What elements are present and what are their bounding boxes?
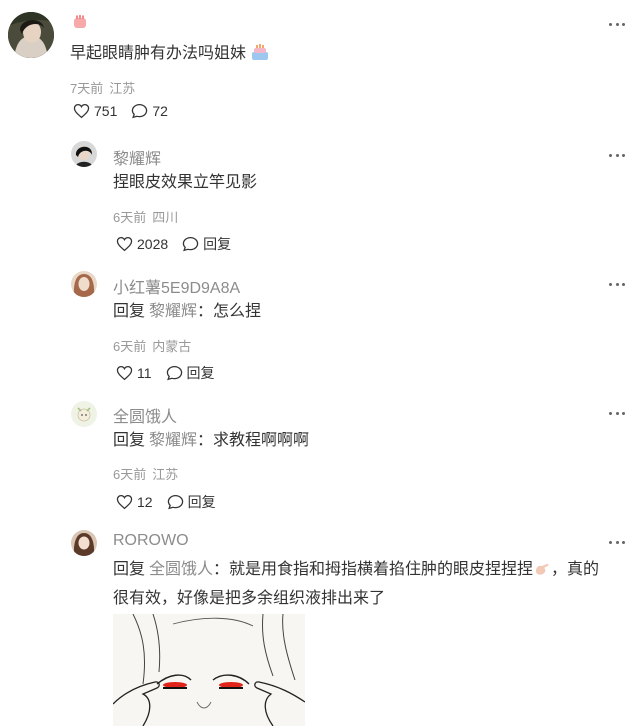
reply-meta: 6天前 四川 [113, 210, 179, 225]
reply-actions: 12 回复 [116, 492, 216, 512]
reply-author-name[interactable]: 全圆饿人 [113, 403, 177, 427]
comment-icon [132, 103, 148, 119]
heart-icon [116, 365, 133, 381]
cake-emoji-icon [250, 43, 270, 70]
comment-icon [182, 236, 199, 252]
mention-link[interactable]: 黎耀辉 [149, 303, 197, 320]
reply-more-icon[interactable] [607, 406, 627, 420]
like-button[interactable]: 751 [73, 103, 117, 119]
like-button[interactable]: 11 [116, 365, 152, 381]
comment-button[interactable]: 72 [131, 103, 168, 119]
reply-text: 捏眼皮效果立竿见影 [113, 174, 258, 191]
comment-icon [167, 494, 183, 510]
reply-author-name[interactable]: 小红薯5E9D9A8A [113, 274, 240, 298]
avatar-photo [71, 271, 97, 297]
like-button[interactable]: 12 [116, 494, 153, 510]
reply-button[interactable]: 回复 [167, 492, 216, 512]
heart-icon [116, 494, 133, 510]
pinch-hand-emoji-icon [533, 560, 551, 586]
reply-author-name[interactable]: 黎耀辉 [113, 145, 161, 169]
avatar-photo [71, 401, 97, 427]
eyelid-pinch-drawing [113, 614, 305, 726]
reply-more-icon[interactable] [607, 277, 627, 291]
reply-author-name[interactable]: ROROWO [113, 532, 189, 550]
main-author-avatar[interactable] [8, 12, 54, 58]
reply-image-eyelid-illustration[interactable] [113, 614, 305, 726]
reply-text: 回复 黎耀辉：求教程啊啊啊 [113, 432, 310, 449]
mention-link[interactable]: 全圆饿人 [149, 561, 213, 578]
main-comment-text: 早起眼睛肿有办法吗姐妹 [70, 41, 270, 70]
comment-icon [166, 365, 182, 381]
avatar-photo [71, 141, 97, 167]
reply-text: 回复 黎耀辉：怎么捏 [113, 303, 262, 320]
like-button[interactable]: 2028 [116, 236, 168, 252]
avatar-photo [8, 12, 54, 58]
reply-button[interactable]: 回复 [166, 363, 215, 383]
main-comment-actions: 751 72 [73, 103, 168, 119]
reply-meta: 6天前 江苏 [113, 467, 179, 482]
mention-link[interactable]: 黎耀辉 [149, 432, 197, 449]
reply-author-avatar[interactable] [71, 141, 97, 167]
reply-text: 回复 全圆饿人：就是用食指和拇指横着掐住肿的眼皮捏捏捏 ，真的 很有效，好像是把多余组… [113, 560, 600, 607]
reply-author-avatar[interactable] [71, 271, 97, 297]
reply-author-avatar[interactable] [71, 401, 97, 427]
reply-actions: 11 回复 [116, 363, 215, 383]
reply-actions: 2028 回复 [116, 234, 231, 254]
avatar-photo [71, 530, 97, 556]
reply-button[interactable]: 回复 [182, 234, 231, 254]
heart-icon [116, 236, 133, 252]
badge-icon [72, 14, 88, 35]
reply-author-avatar[interactable] [71, 530, 97, 556]
reply-meta: 6天前 内蒙古 [113, 339, 192, 354]
main-comment-meta: 7天前 江苏 [70, 81, 136, 96]
heart-icon [73, 103, 90, 119]
reply-more-icon[interactable] [607, 148, 627, 162]
main-more-icon[interactable] [607, 17, 627, 31]
reply-more-icon[interactable] [607, 535, 627, 549]
